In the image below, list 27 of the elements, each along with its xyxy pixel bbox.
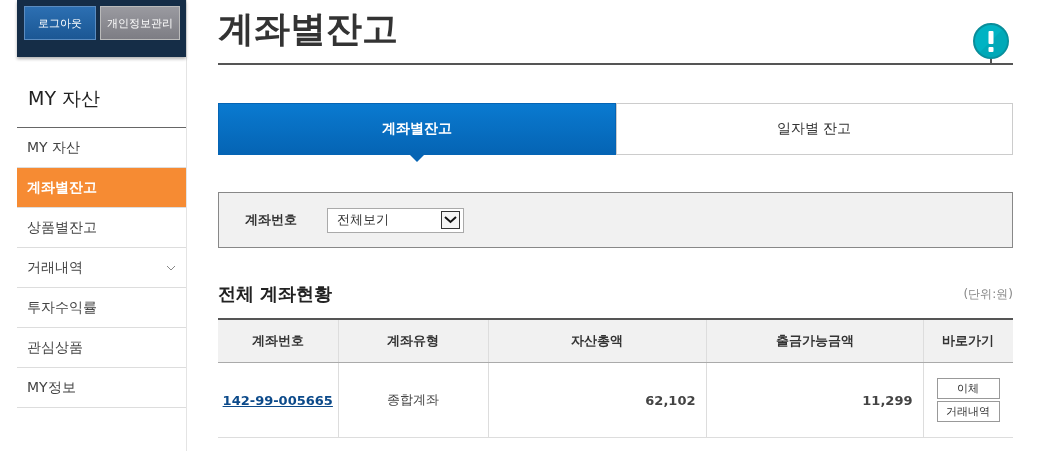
section-title: 전체 계좌현황 [218, 282, 333, 306]
table-cell: 종합계좌 [338, 362, 488, 438]
sidebar-item[interactable]: 거래내역 [17, 248, 186, 288]
tab[interactable]: 일자별 잔고 [615, 103, 1013, 155]
filter-label: 계좌번호 [245, 211, 298, 229]
column-header: 자산총액 [488, 319, 706, 363]
sidebar-item[interactable]: 관심상품 [17, 328, 186, 368]
unit-label: (단위:원) [963, 285, 1013, 303]
header-button[interactable]: 로그아웃 [24, 6, 96, 40]
column-header: 바로가기 [923, 319, 1013, 363]
table-cell: 11,299 [706, 362, 923, 438]
tab[interactable]: 계좌별잔고 [218, 103, 616, 155]
action-button[interactable]: 이체 [936, 378, 1000, 399]
page-title: 계좌별잔고 [218, 7, 398, 51]
sidebar-item[interactable]: MY정보 [17, 368, 186, 408]
tab-pointer-icon [409, 155, 424, 162]
action-button[interactable]: 거래내역 [936, 401, 1000, 422]
sidebar-item[interactable]: 투자수익률 [17, 288, 186, 328]
column-header: 계좌번호 [218, 319, 338, 363]
sidebar-title: MY 자산 [17, 57, 186, 128]
column-header: 계좌유형 [338, 319, 488, 363]
table-cell: 62,102 [488, 362, 706, 438]
account-select[interactable]: 전체보기 [327, 207, 464, 233]
chevron-down-icon [166, 264, 176, 271]
column-header: 출금가능금액 [706, 319, 923, 363]
account-link[interactable]: 142-99-005665 [222, 392, 333, 408]
sidebar-item[interactable]: 상품별잔고 [17, 208, 186, 248]
